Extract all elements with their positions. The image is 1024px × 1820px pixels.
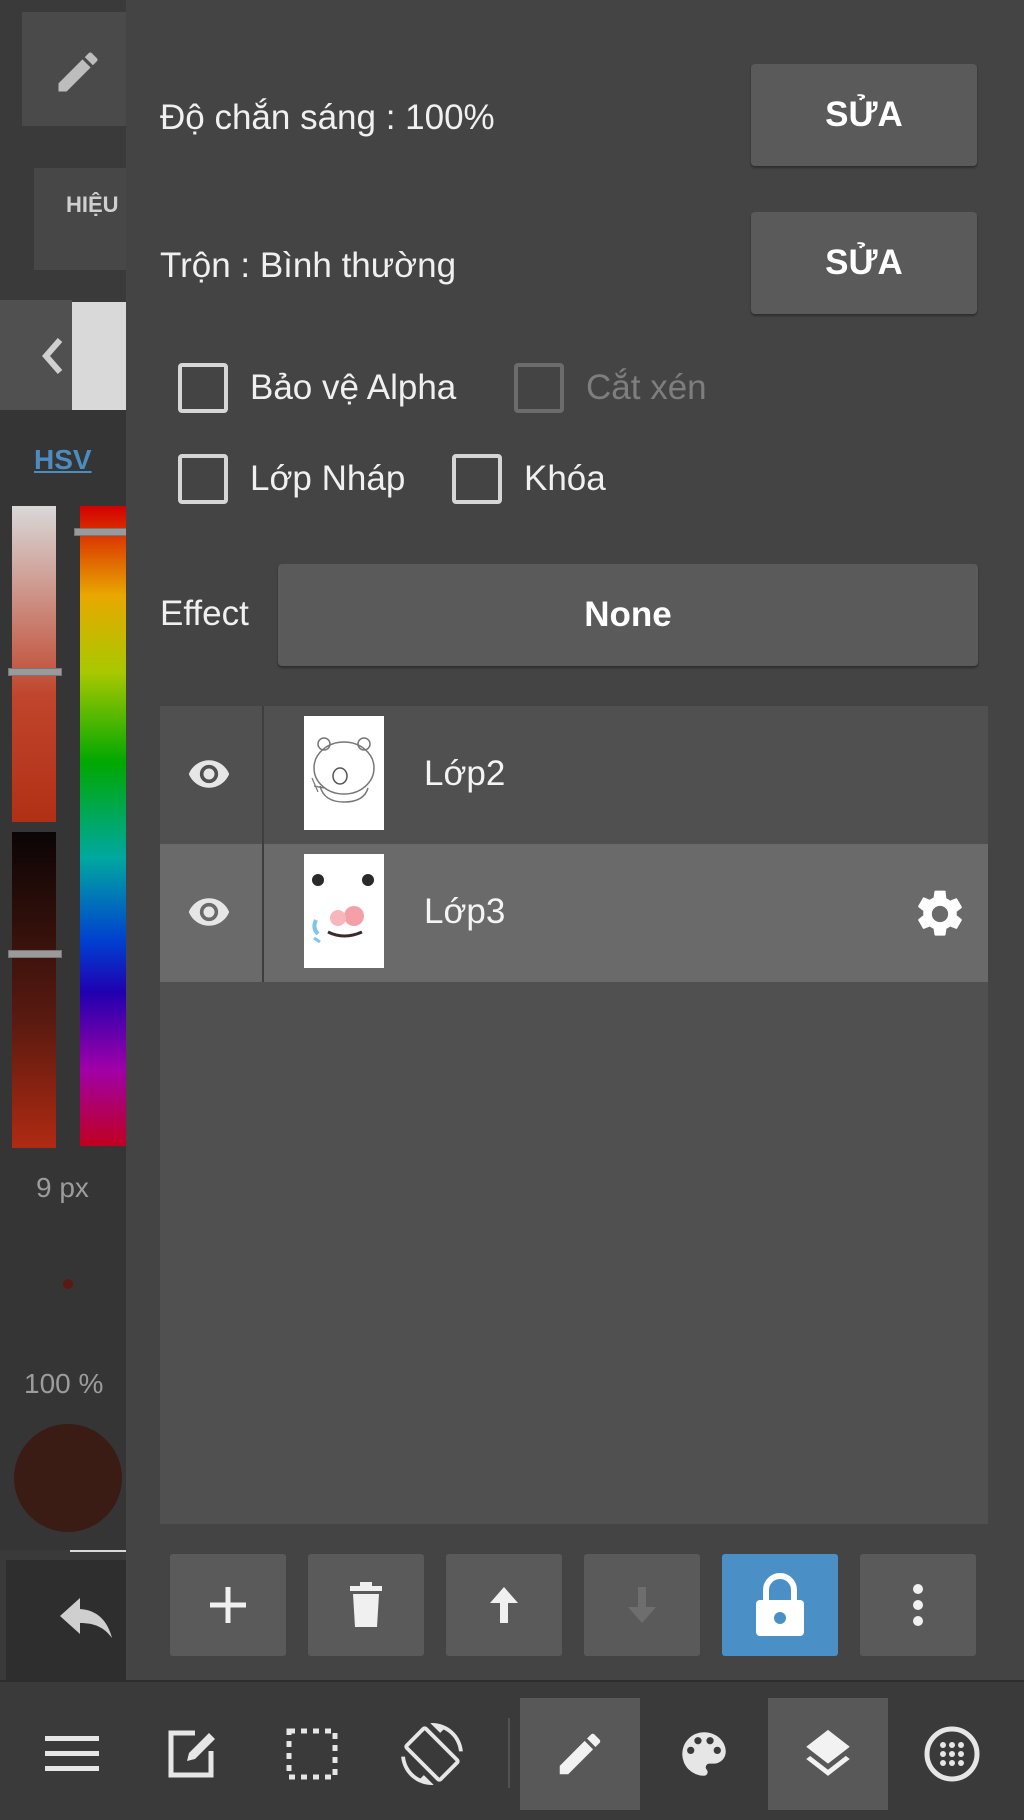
bottom-navigation-bar — [0, 1680, 1024, 1820]
color-palette-button[interactable] — [644, 1698, 764, 1810]
brush-opacity-label[interactable]: 100 % — [24, 1368, 103, 1400]
protect-alpha-label: Bảo vệ Alpha — [250, 368, 457, 407]
layer-name: Lớp3 — [424, 892, 506, 931]
current-color-swatch[interactable] — [14, 1424, 122, 1532]
eye-icon[interactable] — [184, 890, 234, 934]
pen-tool-button[interactable] — [520, 1698, 640, 1810]
saturation-slider-knob[interactable] — [8, 668, 62, 676]
row-divider — [262, 844, 264, 982]
lock-layer-button[interactable] — [722, 1554, 838, 1656]
layer-row[interactable]: Lớp2 — [160, 706, 988, 844]
pen-icon — [559, 1733, 601, 1775]
delete-layer-button[interactable] — [308, 1554, 424, 1656]
layer-thumbnail-color — [312, 874, 374, 944]
layer-thumbnail — [304, 716, 384, 830]
undo-icon — [60, 1598, 112, 1638]
nav-separator — [508, 1718, 510, 1788]
selection-icon — [286, 1728, 338, 1780]
move-layer-up-button[interactable] — [446, 1554, 562, 1656]
brush-edit-button[interactable] — [22, 12, 126, 126]
checkbox-box[interactable] — [178, 363, 228, 413]
edit-canvas-button[interactable] — [132, 1698, 252, 1810]
clipping-checkbox: Cắt xén — [514, 363, 707, 413]
trash-icon — [350, 1582, 382, 1627]
brush-size-preview — [63, 1279, 73, 1289]
layers-icon — [806, 1729, 850, 1776]
selection-tool-button[interactable] — [252, 1698, 372, 1810]
checkbox-box[interactable] — [178, 454, 228, 504]
value-slider[interactable] — [12, 832, 56, 1148]
move-layer-down-button[interactable] — [584, 1554, 700, 1656]
opacity-label: Độ chắn sáng : 100% — [160, 98, 495, 137]
brush-effect-button[interactable]: HIỆU — [34, 168, 126, 270]
left-tool-strip: HIỆU HSV 9 px 100 % — [0, 0, 126, 1680]
palette-icon — [682, 1732, 726, 1776]
menu-icon — [45, 1736, 99, 1771]
draft-layer-checkbox[interactable]: Lớp Nháp — [178, 454, 405, 504]
layer-thumbnail-sketch — [311, 737, 375, 803]
layer-toolbar — [170, 1554, 980, 1656]
menu-button[interactable] — [12, 1698, 132, 1810]
checkbox-box[interactable] — [452, 454, 502, 504]
protect-alpha-checkbox[interactable]: Bảo vệ Alpha — [178, 363, 456, 413]
draft-layer-label: Lớp Nháp — [250, 459, 406, 498]
brush-effect-label: HIỆU — [66, 192, 119, 217]
hue-slider-knob[interactable] — [74, 528, 126, 536]
effect-select-button[interactable]: None — [278, 564, 978, 666]
gear-icon[interactable] — [912, 886, 968, 942]
row-divider — [262, 706, 264, 844]
eye-icon[interactable] — [184, 752, 234, 796]
lock-checkbox[interactable]: Khóa — [452, 454, 606, 504]
rotate-screen-icon — [401, 1723, 463, 1785]
chevron-left-icon — [42, 338, 63, 374]
arrow-up-icon — [490, 1587, 518, 1623]
layer-list: Lớp2 Lớp3 — [160, 706, 988, 1524]
layer-row-selected[interactable]: Lớp3 — [160, 844, 988, 982]
opacity-edit-button[interactable]: SỬA — [751, 64, 977, 166]
add-icon — [210, 1587, 246, 1623]
effect-label: Effect — [160, 594, 249, 633]
layer-thumbnail — [304, 854, 384, 968]
pencil-icon — [58, 52, 98, 92]
value-slider-knob[interactable] — [8, 950, 62, 958]
more-options-button[interactable] — [860, 1554, 976, 1656]
blend-mode-label: Trộn : Bình thường — [160, 246, 457, 285]
blend-mode-edit-button[interactable]: SỬA — [751, 212, 977, 314]
brush-size-label[interactable]: 9 px — [36, 1172, 89, 1204]
rotate-screen-button[interactable] — [372, 1698, 492, 1810]
add-layer-button[interactable] — [170, 1554, 286, 1656]
collapse-panel-button[interactable] — [0, 300, 72, 410]
arrow-down-icon — [628, 1587, 656, 1623]
more-vertical-icon — [913, 1584, 923, 1626]
grid-icon — [924, 1726, 980, 1782]
hue-slider[interactable] — [80, 506, 126, 1146]
saturation-slider[interactable] — [12, 506, 56, 822]
undo-button[interactable] — [6, 1560, 126, 1680]
clipping-label: Cắt xén — [586, 368, 707, 407]
layer-name: Lớp2 — [424, 754, 506, 793]
lock-icon — [756, 1573, 804, 1636]
lock-label: Khóa — [524, 459, 606, 498]
layer-panel: Độ chắn sáng : 100% SỬA Trộn : Bình thườ… — [126, 0, 1024, 1680]
edit-icon — [168, 1730, 215, 1778]
color-mode-toggle[interactable]: HSV — [34, 444, 92, 476]
checkbox-box — [514, 363, 564, 413]
grid-button[interactable] — [892, 1698, 1012, 1810]
layers-button[interactable] — [768, 1698, 888, 1810]
